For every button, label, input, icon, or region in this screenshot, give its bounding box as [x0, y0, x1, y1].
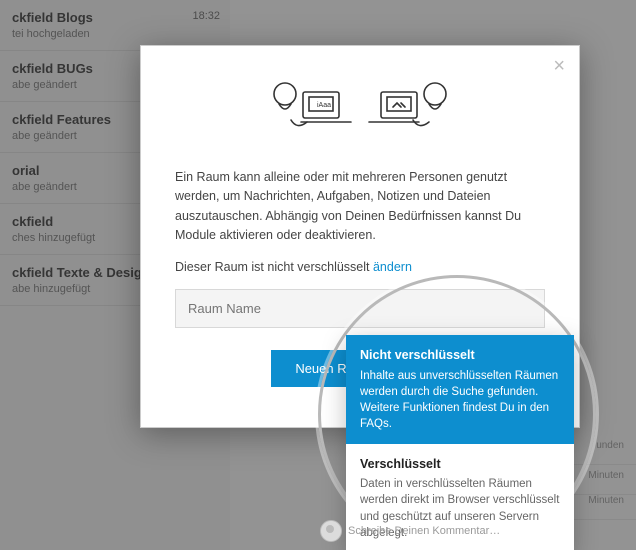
encryption-option-unencrypted[interactable]: Nicht verschlüsselt Inhalte aus unversch…	[346, 335, 574, 444]
change-encryption-link[interactable]: ändern	[373, 260, 412, 274]
room-name-input[interactable]	[175, 289, 545, 328]
illustration: iAaa	[175, 74, 545, 146]
close-icon[interactable]: ×	[553, 56, 565, 76]
comment-input-preview: Schreibe Deinen Kommentar…	[320, 520, 500, 542]
person-laptop-left-icon: iAaa	[261, 74, 353, 146]
avatar-icon	[320, 520, 342, 542]
modal-description: Ein Raum kann alleine oder mit mehreren …	[175, 168, 545, 277]
modal-description-text: Ein Raum kann alleine oder mit mehreren …	[175, 168, 545, 246]
comment-placeholder-text: Schreibe Deinen Kommentar…	[348, 525, 500, 537]
option-title: Nicht verschlüsselt	[360, 347, 560, 365]
person-laptop-right-icon	[367, 74, 459, 146]
option-body: Inhalte aus unverschlüsselten Räumen wer…	[360, 368, 560, 432]
modal-encryption-prefix: Dieser Raum ist nicht verschlüsselt	[175, 260, 373, 274]
svg-text:iAaa: iAaa	[317, 102, 331, 109]
modal-encryption-line: Dieser Raum ist nicht verschlüsselt ände…	[175, 258, 545, 277]
option-title: Verschlüsselt	[360, 456, 560, 474]
encryption-popover: Nicht verschlüsselt Inhalte aus unversch…	[346, 335, 574, 550]
